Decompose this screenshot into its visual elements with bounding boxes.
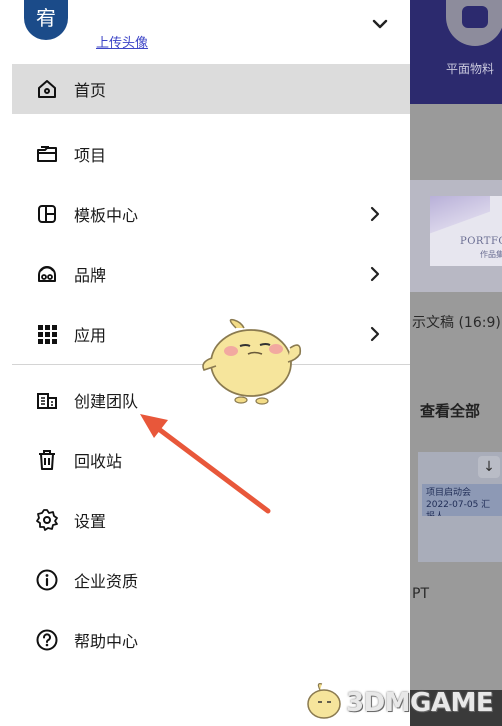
mascot-sticker	[202, 318, 302, 405]
template-icon	[34, 201, 60, 227]
menu-item-label: 创建团队	[74, 392, 139, 411]
help-icon	[34, 627, 60, 653]
template-card[interactable]: PORTFOLIO 作品集	[410, 180, 502, 292]
info-icon	[34, 567, 60, 593]
team-building-icon	[34, 387, 60, 413]
menu-item-label: 项目	[74, 146, 107, 165]
menu-item-enterprise-qualification[interactable]: 企业资质	[12, 550, 410, 610]
menu-item-label: 首页	[74, 81, 107, 100]
watermark: 3DMGAME	[300, 676, 502, 726]
trash-icon	[34, 447, 60, 473]
menu-item-label: 回收站	[74, 452, 123, 471]
menu-item-brand[interactable]: 品牌	[12, 244, 410, 304]
thumbnail-caption: PT	[412, 586, 429, 602]
chevron-down-icon[interactable]	[368, 12, 392, 36]
gear-icon	[34, 507, 60, 533]
watermark-mascot-icon	[307, 683, 341, 719]
chevron-right-icon	[370, 266, 380, 282]
view-all-link[interactable]: 查看全部	[420, 400, 480, 421]
chevron-right-icon	[370, 206, 380, 222]
menu-item-label: 品牌	[74, 266, 107, 285]
brand-icon	[34, 261, 60, 287]
flat-material-label: 平面物料	[446, 62, 495, 76]
menu-item-label: 企业资质	[74, 572, 139, 591]
folder-icon	[34, 141, 60, 167]
menu-item-template-center[interactable]: 模板中心	[12, 184, 410, 244]
menu-item-label: 模板中心	[74, 206, 139, 225]
template-card-caption: 示文稿 (16:9)	[412, 315, 501, 331]
avatar[interactable]: 宥	[24, 0, 68, 40]
menu-item-label: 应用	[74, 326, 107, 345]
upload-avatar-link[interactable]: 上传头像	[96, 32, 148, 51]
menu-item-home[interactable]: 首页	[12, 64, 410, 114]
menu-item-label: 设置	[74, 512, 107, 531]
watermark-text: 3DMGAME	[346, 688, 494, 718]
chevron-right-icon	[370, 326, 380, 342]
template-thumbnail[interactable]: ↓ 项目启动会 2022-07-05 汇报人	[418, 452, 502, 562]
portfolio-title: PORTFOLIO	[460, 236, 502, 247]
home-icon	[34, 76, 60, 102]
menu-item-help-center[interactable]: 帮助中心	[12, 610, 410, 670]
apps-grid-icon	[34, 321, 60, 347]
portfolio-subtitle: 作品集	[480, 250, 502, 259]
download-icon[interactable]: ↓	[478, 456, 500, 478]
annotation-arrow	[140, 414, 271, 514]
menu-item-projects[interactable]: 项目	[12, 124, 410, 184]
menu-item-label: 帮助中心	[74, 632, 139, 651]
thumbnail-text: 项目启动会 2022-07-05 汇报人	[422, 484, 502, 516]
